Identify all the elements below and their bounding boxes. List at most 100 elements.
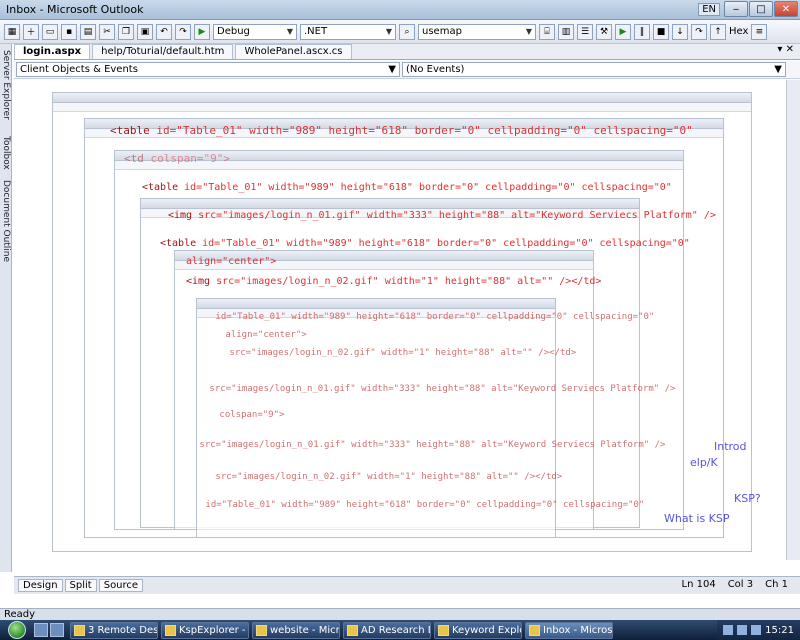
taskbar-item-kspexplorer[interactable]: KspExplorer - M...: [161, 621, 249, 639]
title-bar: Inbox - Microsoft Outlook EN ‒ □ ✕: [0, 0, 800, 20]
run-icon[interactable]: ▶: [615, 23, 631, 40]
solution-explorer-icon[interactable]: ▥: [558, 23, 574, 40]
platform-value: .NET: [304, 26, 328, 37]
paste-icon[interactable]: ▣: [137, 23, 153, 40]
ghost-code: src="images/login_n_02.gif" width="1" he…: [224, 348, 577, 358]
minimize-icon[interactable]: ‒: [724, 1, 748, 17]
code-tag: <td: [124, 152, 144, 165]
ghost-code: src="images/login_n_01.gif" width="333" …: [194, 440, 666, 450]
volume-icon[interactable]: [737, 625, 748, 635]
ghost-code: src="images/login_n_02.gif" width="1" he…: [210, 472, 563, 482]
taskbar-item-label: website - Micro...: [270, 624, 340, 636]
tab-close-icon[interactable]: ▾ ✕: [777, 44, 800, 59]
redo-icon[interactable]: ↷: [175, 23, 191, 40]
code-attrs: align="center">: [180, 256, 277, 267]
toolbox-tab[interactable]: Toolbox: [1, 136, 11, 170]
chevron-down-icon: ▼: [388, 64, 396, 75]
split-tab[interactable]: Split: [64, 579, 97, 592]
find-icon[interactable]: ⌕: [399, 23, 415, 40]
code-line: <td colspan="9">: [124, 152, 230, 165]
window-controls: ‒ □ ✕: [724, 1, 798, 17]
config-value: Debug: [217, 26, 250, 37]
code-editor[interactable]: <table id="Table_01" width="989" height=…: [14, 80, 786, 560]
show-desktop-icon[interactable]: [34, 623, 48, 637]
tab-wholepanel[interactable]: WholePanel.ascx.cs: [235, 44, 352, 59]
navigation-bar: Client Objects & Events ▼ (No Events) ▼: [14, 61, 800, 79]
taskbar-item-remote[interactable]: 3 Remote Des...: [70, 621, 158, 639]
code-line: <table id="Table_01" width="989" height=…: [110, 124, 693, 137]
object-select[interactable]: Client Objects & Events ▼: [16, 62, 400, 77]
code-tag: <table: [142, 182, 179, 193]
task-list: 3 Remote Des... KspExplorer - M... websi…: [70, 621, 613, 639]
code-attrs: id="Table_01" width="989" height="618" b…: [196, 238, 690, 249]
clock[interactable]: 15:21: [765, 625, 794, 636]
start-button[interactable]: [0, 620, 34, 640]
code-tag: <img: [186, 276, 211, 287]
taskbar-item-keyword-explorer[interactable]: Keyword Explor...: [434, 621, 522, 639]
design-tab[interactable]: Design: [18, 579, 63, 592]
ghost-link: What is KSP: [664, 512, 730, 525]
event-select[interactable]: (No Events) ▼: [402, 62, 786, 77]
code-attrs: src="images/login_n_01.gif" width="333" …: [192, 210, 716, 221]
status-bar: Ready: [0, 608, 800, 620]
pause-icon[interactable]: ‖: [634, 23, 650, 40]
app-icon: [438, 624, 449, 636]
platform-select[interactable]: .NET ▼: [300, 23, 396, 40]
side-tool-strip: Server Explorer Toolbox Document Outline: [0, 44, 12, 572]
config-select[interactable]: Debug ▼: [213, 23, 297, 40]
cut-icon[interactable]: ✂: [99, 23, 115, 40]
hex-toggle[interactable]: Hex: [729, 26, 748, 37]
step-into-icon[interactable]: ↓: [672, 23, 688, 40]
status-text: Ready: [4, 609, 36, 620]
open-icon[interactable]: ▭: [42, 23, 58, 40]
tab-help-default[interactable]: help/Toturial/default.htm: [92, 44, 234, 59]
code-attrs: id="Table_01" width="989" height="618" b…: [178, 182, 672, 193]
ide-window: ▦ ＋ ▭ ▪ ▤ ✂ ❐ ▣ ↶ ↷ ▶ Debug ▼ .NET ▼ ⌕ use…: [0, 20, 800, 620]
taskbar-item-website[interactable]: website - Micro...: [252, 621, 340, 639]
step-over-icon[interactable]: ↷: [691, 23, 707, 40]
step-out-icon[interactable]: ↑: [710, 23, 726, 40]
stack-frame-icon[interactable]: ≡: [751, 23, 768, 40]
code-line: <table id="Table_01" width="989" height=…: [160, 238, 690, 249]
add-item-icon[interactable]: ＋: [23, 23, 39, 40]
tab-login-aspx[interactable]: login.aspx: [14, 44, 91, 59]
maximize-icon[interactable]: □: [749, 1, 773, 17]
taskbar-item-ad-research[interactable]: AD Research Da...: [343, 621, 431, 639]
start-debug-icon[interactable]: ▶: [194, 23, 210, 40]
stop-icon[interactable]: ■: [653, 23, 669, 40]
app-icon: [165, 624, 176, 636]
line-number: Ln 104: [681, 579, 716, 590]
taskbar-item-label: Inbox - Microso...: [543, 624, 613, 636]
ghost-link: Introd: [714, 440, 747, 453]
code-tag: <table: [160, 238, 197, 249]
toolbox-icon[interactable]: ⚒: [596, 23, 612, 40]
taskbar-item-label: KspExplorer - M...: [179, 624, 248, 636]
copy-icon[interactable]: ❐: [118, 23, 134, 40]
properties-icon[interactable]: ☰: [577, 23, 593, 40]
ghost-code: src="images/login_n_01.gif" width="333" …: [204, 384, 676, 394]
vertical-scrollbar[interactable]: [786, 80, 800, 560]
document-tabs: login.aspx help/Toturial/default.htm Who…: [14, 44, 800, 60]
undo-icon[interactable]: ↶: [156, 23, 172, 40]
code-attrs: colspan="9">: [143, 152, 230, 165]
find-combo[interactable]: usemap ▼: [418, 23, 536, 40]
code-line: <img src="images/login_n_01.gif" width="…: [168, 210, 716, 221]
save-icon[interactable]: ▪: [61, 23, 77, 40]
document-outline-tab[interactable]: Document Outline: [1, 180, 11, 262]
source-tab[interactable]: Source: [98, 579, 144, 592]
close-icon[interactable]: ✕: [774, 1, 798, 17]
switch-windows-icon[interactable]: [50, 623, 64, 637]
save-all-icon[interactable]: ▤: [80, 23, 96, 40]
find-in-files-icon[interactable]: ⌸: [539, 23, 555, 40]
ghost-code: id="Table_01" width="989" height="618" b…: [210, 312, 655, 322]
char-number: Ch 1: [765, 579, 788, 590]
language-indicator[interactable]: EN: [698, 3, 720, 16]
code-attrs: src="images/login_n_02.gif" width="1" he…: [210, 276, 602, 287]
new-project-icon[interactable]: ▦: [4, 23, 20, 40]
app-icon: [256, 624, 267, 636]
network-icon[interactable]: [723, 625, 734, 635]
code-tag: <img: [168, 210, 193, 221]
taskbar-item-inbox[interactable]: Inbox - Microso...: [525, 621, 613, 639]
messenger-icon[interactable]: [751, 625, 762, 635]
server-explorer-tab[interactable]: Server Explorer: [1, 50, 11, 120]
